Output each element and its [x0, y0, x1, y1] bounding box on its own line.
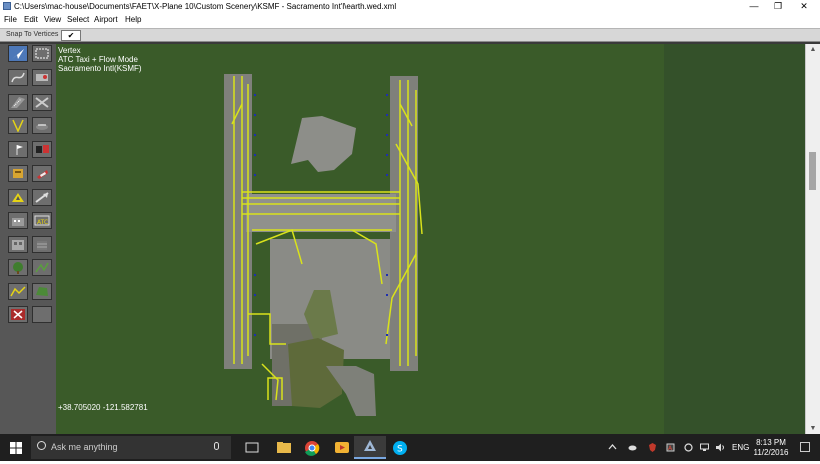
taxiway-tool-icon[interactable] — [32, 69, 52, 86]
atc-flow-tool-icon[interactable] — [32, 189, 52, 206]
menu-file[interactable]: File — [4, 13, 17, 26]
close-button[interactable]: ✕ — [792, 0, 816, 13]
cross-apron — [246, 194, 396, 232]
marquee-tool-icon[interactable] — [32, 45, 52, 62]
search-icon — [37, 441, 46, 450]
facade-tool-icon[interactable] — [8, 212, 28, 229]
polygon-tool-icon[interactable] — [32, 283, 52, 300]
tool-options-bar: Snap To Vertices ✔ — [0, 28, 820, 42]
action-center-icon[interactable] — [800, 442, 810, 452]
volume-icon[interactable] — [716, 443, 725, 452]
network-icon[interactable] — [700, 443, 709, 452]
svg-text:ATC: ATC — [37, 219, 48, 226]
snap-to-vertices-checkbox[interactable]: ✔ — [61, 30, 81, 41]
ramp-start-tool-icon[interactable] — [8, 189, 28, 206]
snap-to-vertices-label: Snap To Vertices — [6, 31, 59, 38]
airport-layout[interactable] — [56, 44, 805, 434]
minimize-button[interactable]: — — [742, 0, 766, 13]
scroll-up-icon[interactable]: ▲ — [806, 44, 820, 55]
menu-bar: File Edit View Select Airport Help — [0, 13, 820, 26]
terminal-pavement-north — [291, 116, 356, 172]
task-view-icon[interactable] — [236, 436, 268, 459]
restore-button[interactable]: ❐ — [766, 0, 790, 13]
cursor-coordinates: +38.705020 -121.582781 — [58, 403, 148, 412]
helipad-tool-icon[interactable] — [32, 94, 52, 111]
windows-start-icon[interactable] — [10, 442, 22, 454]
tower-tool-icon[interactable] — [8, 165, 28, 182]
boundary-tool-icon[interactable] — [32, 117, 52, 134]
microphone-icon[interactable] — [214, 442, 219, 450]
map-view[interactable]: Vertex ATC Taxi + Flow Mode Sacramento I… — [56, 44, 805, 434]
search-placeholder: Ask me anything — [51, 442, 118, 452]
app-icon — [3, 2, 11, 10]
runway-tool-icon[interactable] — [8, 94, 28, 111]
show-hidden-icons-icon[interactable] — [608, 443, 617, 452]
windsock-tool-icon[interactable] — [8, 141, 28, 158]
window-title: C:\Users\mac-house\Documents\FAET\X-Plan… — [14, 2, 397, 11]
menu-select[interactable]: Select — [67, 13, 89, 26]
map-vertical-scrollbar[interactable]: ▲ ▼ — [805, 44, 820, 434]
tree-tool-icon[interactable] — [8, 259, 28, 276]
clock-date: 11/2/2016 — [753, 448, 789, 457]
onedrive-icon[interactable] — [628, 443, 637, 452]
taxiline-tool-icon[interactable] — [8, 117, 28, 134]
hud-airport: Sacramento Intl(KSMF) — [58, 64, 142, 73]
line-tool-icon[interactable] — [8, 283, 28, 300]
chrome-icon[interactable] — [296, 436, 328, 459]
antivirus-icon[interactable]: A — [666, 443, 675, 452]
menu-airport[interactable]: Airport — [94, 13, 118, 26]
scroll-down-icon[interactable]: ▼ — [806, 423, 820, 434]
sync-icon[interactable] — [684, 443, 693, 452]
input-language[interactable]: ENG — [732, 434, 749, 461]
windows-taskbar: Ask me anything S A ENG 8:13 PM 11/2/201… — [0, 434, 820, 461]
svg-text:S: S — [397, 445, 403, 455]
vertex-tool-icon[interactable] — [8, 45, 28, 62]
sign-tool-icon[interactable] — [32, 165, 52, 182]
title-bar: C:\Users\mac-house\Documents\FAET\X-Plan… — [0, 0, 820, 13]
menu-edit[interactable]: Edit — [24, 13, 38, 26]
world-editor-taskbar-icon[interactable] — [354, 436, 386, 459]
string-tool-icon[interactable] — [32, 236, 52, 253]
blank-tool-icon[interactable] — [32, 306, 52, 323]
hud-mode: ATC Taxi + Flow Mode — [58, 55, 138, 64]
bezier-tool-icon[interactable] — [8, 69, 28, 86]
tool-palette: ATC — [0, 44, 56, 434]
taskbar-clock[interactable]: 8:13 PM 11/2/2016 — [750, 438, 792, 458]
network-tool-icon[interactable] — [32, 259, 52, 276]
menu-help[interactable]: Help — [125, 13, 141, 26]
object-tool-icon[interactable]: ATC — [32, 212, 52, 229]
exclusion-tool-icon[interactable] — [8, 306, 28, 323]
clock-time: 8:13 PM — [756, 438, 786, 447]
light-tool-icon[interactable] — [32, 141, 52, 158]
forest-tool-icon[interactable] — [8, 236, 28, 253]
security-shield-icon[interactable] — [648, 443, 657, 452]
skype-icon[interactable]: S — [384, 436, 416, 459]
scroll-thumb[interactable] — [809, 152, 816, 190]
menu-view[interactable]: View — [44, 13, 61, 26]
cortana-search-box[interactable]: Ask me anything — [31, 436, 231, 459]
hud-tool-name: Vertex — [58, 46, 81, 55]
